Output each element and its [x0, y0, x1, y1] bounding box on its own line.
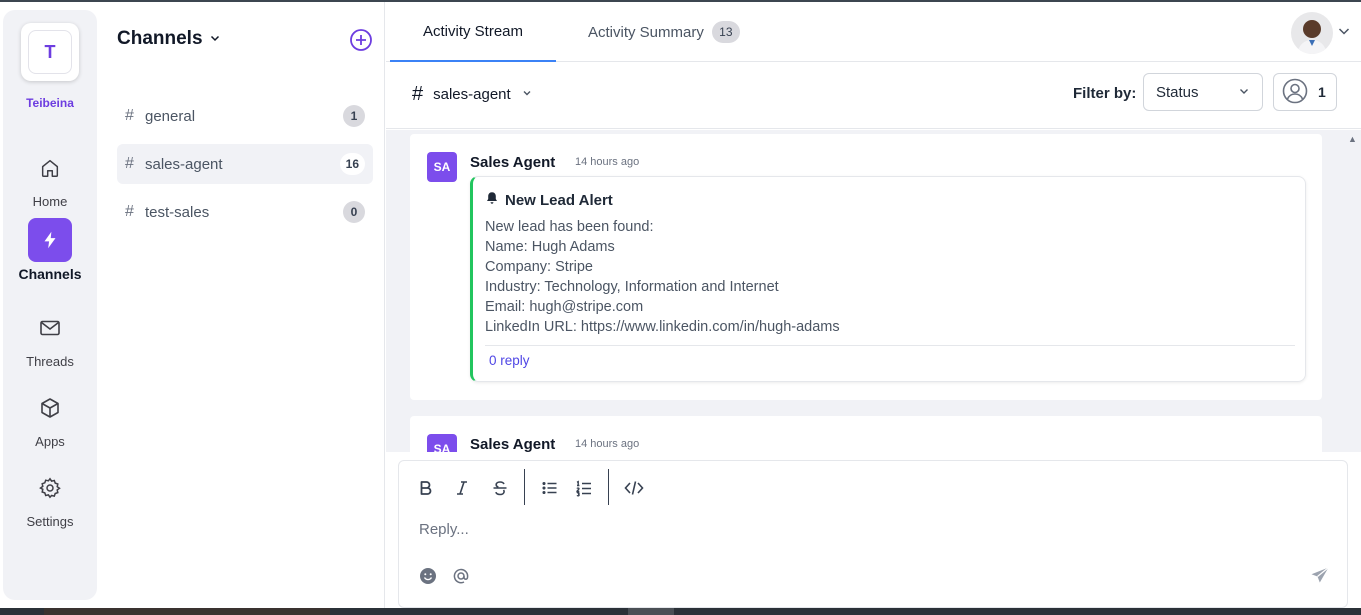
home-icon [28, 146, 72, 190]
channel-name: general [145, 107, 196, 125]
send-icon[interactable] [1309, 565, 1331, 587]
workspace-initial: T [28, 30, 72, 74]
message-timestamp: 14 hours ago [575, 156, 640, 168]
rail-item-apps[interactable]: Apps [3, 386, 97, 449]
reply-input[interactable] [419, 517, 1319, 541]
workspace-switcher[interactable]: T [21, 23, 79, 81]
message-timestamp: 14 hours ago [575, 438, 640, 450]
message-line: Email: hugh@stripe.com [485, 299, 644, 315]
sender-avatar: SA [427, 434, 457, 452]
bullet-list-button[interactable] [535, 473, 565, 503]
rail-item-home[interactable]: Home [3, 146, 97, 209]
gear-icon [28, 466, 72, 510]
tab-label: Activity Stream [422, 22, 524, 40]
message-line: Company: Stripe [485, 259, 593, 275]
chevron-down-icon [521, 86, 533, 103]
rail-item-settings[interactable]: Settings [3, 466, 97, 529]
code-button[interactable] [619, 473, 649, 503]
message-body: New Lead Alert New lead has been found: … [470, 176, 1306, 382]
chevron-down-icon[interactable] [1337, 24, 1351, 43]
activity-stream[interactable]: ▲ SA Sales Agent 14 hours ago New Lead A… [386, 130, 1361, 452]
message-card: SA Sales Agent 14 hours ago New Lead Ale… [410, 134, 1322, 400]
sender-name[interactable]: Sales Agent [470, 154, 555, 171]
tab-activity-summary[interactable]: Activity Summary 13 [588, 2, 740, 62]
bold-button[interactable] [411, 473, 441, 503]
rail-label: Threads [26, 354, 74, 369]
add-channel-button[interactable] [349, 28, 372, 51]
rail-label: Channels [18, 266, 82, 282]
taskbar-segment [44, 608, 330, 615]
channels-title: Channels [117, 28, 203, 49]
current-channel-selector[interactable]: # sales-agent [412, 83, 533, 106]
italic-button[interactable] [447, 473, 477, 503]
numbered-list-button[interactable] [569, 473, 599, 503]
channel-name: sales-agent [145, 155, 223, 173]
tab-activity-stream[interactable]: Activity Stream [390, 2, 556, 62]
reply-count-link[interactable]: 0 reply [489, 353, 530, 368]
user-circle-icon [1282, 78, 1308, 107]
mail-icon [28, 306, 72, 350]
status-filter-select[interactable]: Status [1143, 73, 1263, 111]
channel-item-test-sales[interactable]: # test-sales 0 [117, 192, 373, 232]
message-line: Industry: Technology, Information and In… [485, 279, 779, 295]
filter-label: Filter by: [1073, 85, 1137, 102]
hash-icon: # [125, 155, 134, 172]
message-line: Name: Hugh Adams [485, 239, 615, 255]
channels-header[interactable]: Channels [117, 28, 221, 50]
main-panel: Activity Stream Activity Summary 13 # sa… [386, 2, 1361, 608]
reply-composer [398, 460, 1348, 608]
rail-item-channels[interactable]: Channels [3, 218, 97, 282]
current-channel-name: sales-agent [433, 86, 511, 103]
scroll-up-arrow-icon[interactable]: ▲ [1348, 134, 1357, 144]
unread-badge: 1 [343, 105, 365, 127]
mention-icon[interactable] [450, 565, 472, 587]
strikethrough-button[interactable] [485, 473, 515, 503]
app-rail: T Teibeina Home Channels Threads Apps Se… [3, 10, 97, 600]
user-filter-count: 1 [1318, 84, 1326, 100]
message-line: New lead has been found: [485, 219, 654, 235]
channel-item-general[interactable]: # general 1 [117, 96, 373, 136]
bell-icon [485, 191, 499, 209]
channel-name: test-sales [145, 203, 210, 221]
toolbar-divider [524, 469, 525, 505]
alert-title-text: New Lead Alert [505, 191, 613, 209]
channel-item-sales-agent[interactable]: # sales-agent 16 [117, 144, 373, 184]
toolbar-divider [608, 469, 609, 505]
hash-icon: # [125, 107, 134, 124]
hash-icon: # [125, 203, 134, 220]
tab-bar: Activity Stream Activity Summary 13 [386, 2, 1361, 62]
workspace-name: Teibeina [26, 96, 74, 110]
divider [485, 345, 1295, 346]
message-line: LinkedIn URL: https://www.linkedin.com/i… [485, 319, 840, 335]
sender-avatar: SA [427, 152, 457, 182]
rail-label: Settings [26, 514, 74, 529]
cube-icon [28, 386, 72, 430]
lightning-icon [28, 218, 72, 262]
rail-label: Apps [35, 434, 65, 449]
channel-panel: Channels # general 1 # sales-agent 16 # … [97, 2, 385, 608]
rail-label: Home [32, 194, 68, 209]
user-avatar[interactable] [1291, 12, 1333, 54]
chevron-down-icon [209, 28, 221, 50]
user-filter-button[interactable]: 1 [1273, 73, 1337, 111]
taskbar-strip [0, 608, 1361, 615]
hash-icon: # [412, 83, 424, 105]
unread-badge: 0 [343, 201, 365, 223]
emoji-icon[interactable] [417, 565, 439, 587]
unread-badge: 16 [339, 153, 365, 175]
message-card: SA Sales Agent 14 hours ago [410, 416, 1322, 452]
rail-item-threads[interactable]: Threads [3, 306, 97, 369]
filter-bar: # sales-agent Filter by: Status 1 [386, 63, 1361, 129]
message-lines: New lead has been found: Name: Hugh Adam… [485, 217, 840, 337]
summary-count-badge: 13 [711, 21, 740, 43]
sender-name[interactable]: Sales Agent [470, 436, 555, 452]
chevron-down-icon [1238, 84, 1250, 101]
status-select-value: Status [1156, 83, 1199, 101]
tab-label: Activity Summary [588, 23, 704, 41]
alert-title: New Lead Alert [485, 191, 613, 209]
taskbar-segment [628, 608, 674, 615]
